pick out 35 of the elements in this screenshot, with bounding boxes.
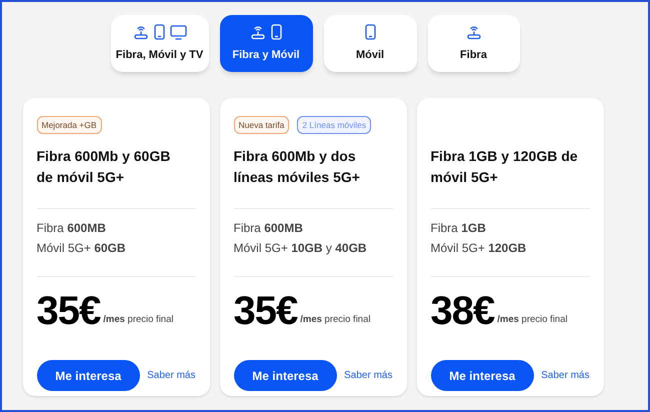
more-info-link[interactable]: Saber más bbox=[541, 368, 590, 383]
phone-icon bbox=[364, 24, 376, 40]
interest-button[interactable]: Me interesa bbox=[36, 360, 140, 391]
more-info-link[interactable]: Saber más bbox=[147, 368, 196, 383]
plan-feature: Fibra 600MB bbox=[36, 220, 107, 236]
plan-title: Fibra 600Mb y dos líneas móviles 5G+ bbox=[234, 147, 361, 187]
price-note: /mes precio final bbox=[300, 312, 370, 327]
plan-tag: Mejorada +GB bbox=[36, 116, 102, 134]
plan-feature: Fibra 1GB bbox=[430, 220, 487, 236]
price: 35€ bbox=[234, 289, 298, 333]
router-icon bbox=[250, 24, 266, 40]
price-note: /mes precio final bbox=[497, 312, 568, 327]
plan-feature: Fibra 600MB bbox=[234, 220, 304, 236]
price: 38€ bbox=[430, 289, 494, 333]
tv-icon bbox=[170, 24, 186, 40]
router-icon bbox=[466, 24, 482, 40]
plan-feature: Móvil 5G+ 60GB bbox=[36, 240, 127, 256]
plan-tag: Nueva tarifa bbox=[234, 116, 290, 134]
phone-icon bbox=[271, 24, 282, 40]
plan-feature: Móvil 5G+ 120GB bbox=[430, 240, 528, 256]
interest-button[interactable]: Me interesa bbox=[234, 360, 338, 391]
phone-icon bbox=[154, 24, 164, 40]
plan-tab[interactable]: Fibra, Móvil y TV bbox=[110, 15, 208, 72]
plan-tab[interactable]: Móvil bbox=[324, 15, 416, 72]
plan-tab[interactable]: Fibra bbox=[428, 15, 520, 72]
plan-feature: Móvil 5G+ 10GB y 40GB bbox=[234, 240, 368, 256]
plan-tab[interactable]: Fibra y Móvil bbox=[220, 15, 312, 72]
plan-title: Fibra 600Mb y 60GB de móvil 5G+ bbox=[36, 147, 172, 187]
plan-tag: 2 Líneas móviles bbox=[297, 116, 372, 134]
more-info-link[interactable]: Saber más bbox=[344, 368, 392, 383]
router-icon bbox=[132, 24, 148, 40]
interest-button[interactable]: Me interesa bbox=[430, 360, 534, 391]
plan-title: Fibra 1GB y 120GB de móvil 5G+ bbox=[430, 147, 579, 187]
price-note: /mes precio final bbox=[103, 312, 174, 327]
price: 35€ bbox=[36, 289, 100, 333]
